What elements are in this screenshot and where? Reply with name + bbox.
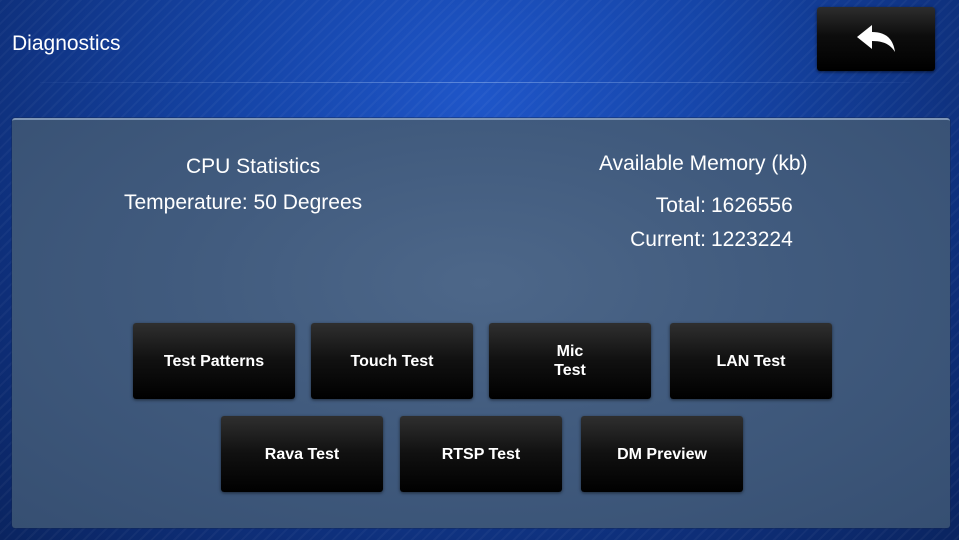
header-divider xyxy=(40,82,910,83)
rava-test-button[interactable]: Rava Test xyxy=(221,416,383,492)
diagnostics-panel: CPU Statistics Temperature: 50 Degrees A… xyxy=(12,118,950,528)
lan-test-button[interactable]: LAN Test xyxy=(670,323,832,399)
memory-title: Available Memory (kb) xyxy=(599,152,808,175)
test-patterns-button[interactable]: Test Patterns xyxy=(133,323,295,399)
back-arrow-icon xyxy=(857,25,895,52)
cpu-statistics-title: CPU Statistics xyxy=(186,155,321,178)
memory-current-label: Current: xyxy=(630,228,706,251)
mic-test-button[interactable]: Mic Test xyxy=(489,323,651,399)
dm-preview-button[interactable]: DM Preview xyxy=(581,416,743,492)
memory-total-value: 1626556 xyxy=(711,194,793,217)
touch-test-button[interactable]: Touch Test xyxy=(311,323,473,399)
memory-total-label: Total: xyxy=(655,194,706,217)
rtsp-test-button[interactable]: RTSP Test xyxy=(400,416,562,492)
back-button[interactable] xyxy=(817,7,935,71)
page-title: Diagnostics xyxy=(12,32,121,55)
cpu-temperature: Temperature: 50 Degrees xyxy=(124,191,363,214)
memory-current-value: 1223224 xyxy=(711,228,793,251)
